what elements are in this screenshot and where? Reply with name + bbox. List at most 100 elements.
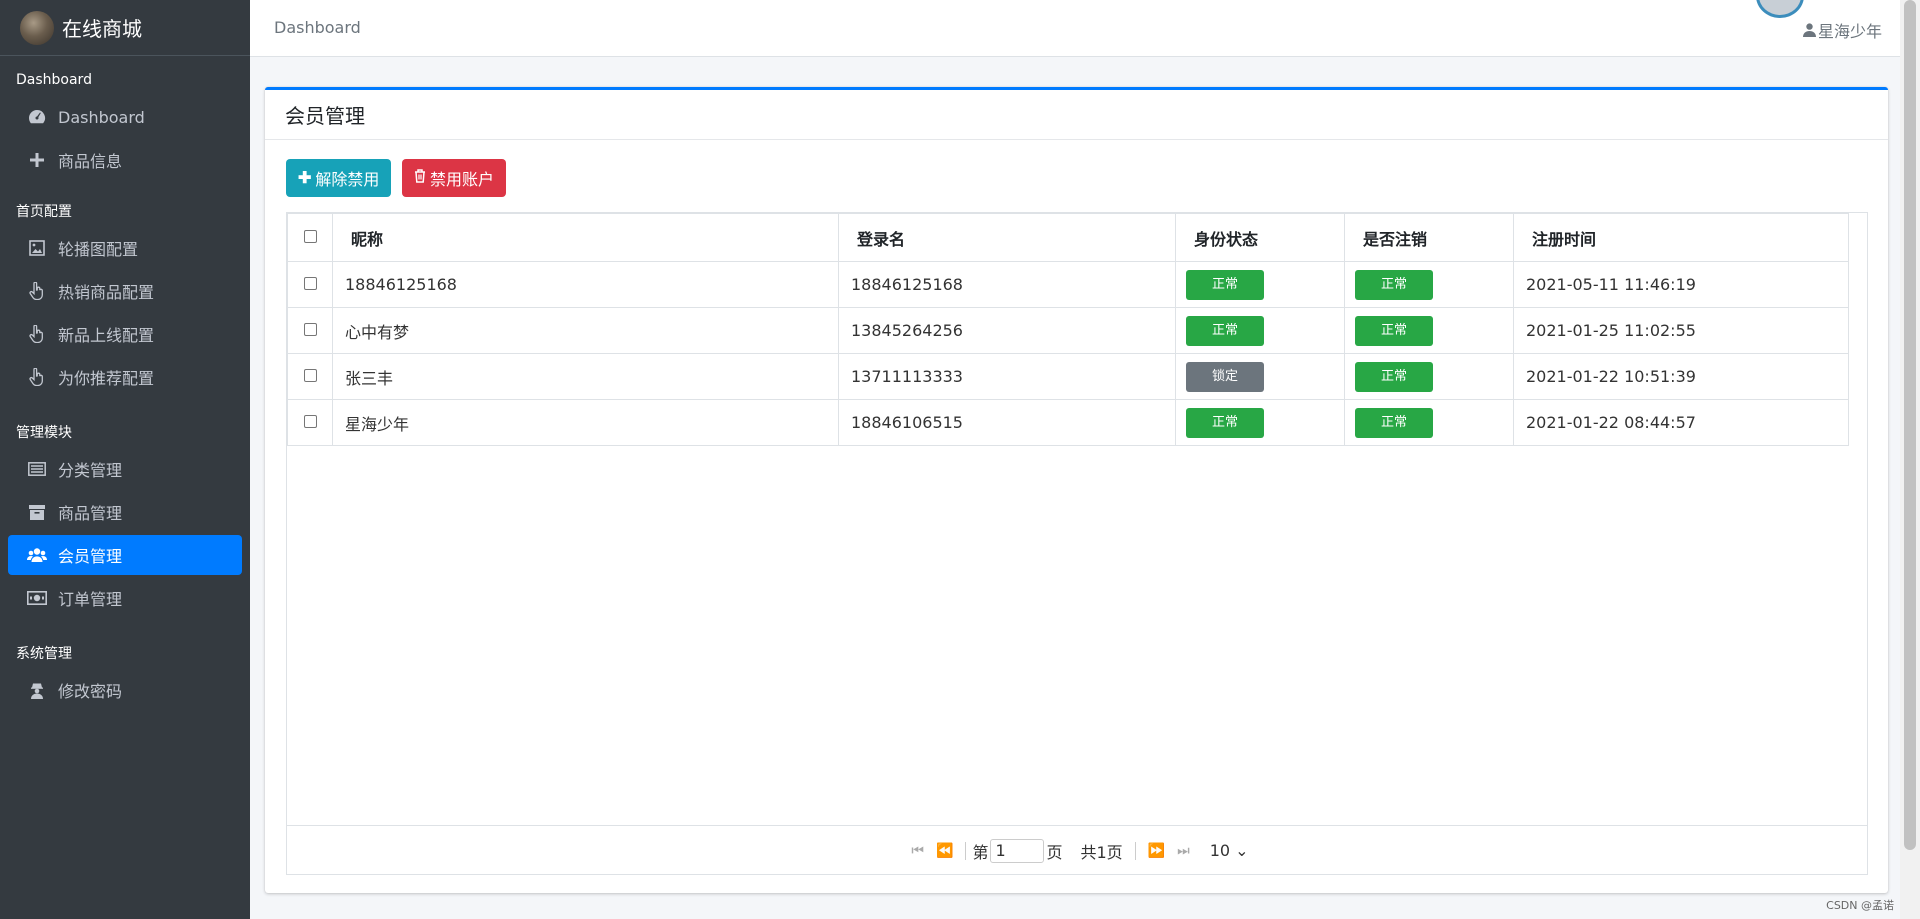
cell-login-name: 18846125168 [838, 261, 1176, 308]
brand-title: 在线商城 [62, 17, 142, 41]
table-row[interactable]: 张三丰 13711113333 锁定 正常 2021-01-22 10:51:3… [287, 353, 1849, 400]
member-management-card: 会员管理 ✚ 解除禁用 禁用账户 昵称 登录名 身份状态 是否注销 注册时间 1… [265, 87, 1888, 893]
table-row[interactable]: 星海少年 18846106515 正常 正常 2021-01-22 08:44:… [287, 399, 1849, 446]
nav-item-recommend-config[interactable]: 为你推荐配置 [8, 357, 242, 397]
plus-icon: ✚ [298, 170, 312, 187]
first-page-icon[interactable]: ⏮ [911, 843, 924, 859]
table-row[interactable]: 心中有梦 13845264256 正常 正常 2021-01-25 11:02:… [287, 307, 1849, 354]
page-size-select[interactable]: 10 ⌄ [1210, 841, 1249, 860]
status-badge: 正常 [1186, 407, 1264, 438]
archive-icon [26, 502, 48, 522]
users-icon [26, 545, 48, 565]
hand-pointer-icon [26, 324, 48, 344]
cancelled-badge: 正常 [1355, 361, 1433, 392]
disable-account-button[interactable]: 禁用账户 [402, 159, 507, 197]
enable-account-label: 解除禁用 [315, 172, 380, 189]
next-page-icon[interactable]: ⏩ [1148, 843, 1165, 859]
row-checkbox-cell [287, 261, 333, 308]
nav-label: 订单管理 [58, 590, 123, 609]
cell-nickname: 心中有梦 [332, 307, 839, 354]
page-size-value: 10 [1209, 841, 1231, 860]
breadcrumb[interactable]: Dashboard [274, 18, 361, 37]
page-scrollbar[interactable] [1900, 0, 1920, 919]
cell-register-time: 2021-01-22 10:51:39 [1513, 353, 1849, 400]
section-header-home-config: 首页配置 [16, 204, 72, 220]
card-title: 会员管理 [265, 90, 1888, 140]
nav-item-carousel-config[interactable]: 轮播图配置 [8, 228, 242, 268]
cell-status: 正常 [1175, 399, 1345, 446]
nav-label: 分类管理 [58, 461, 123, 480]
prev-page-icon[interactable]: ⏪ [936, 843, 953, 859]
nav-label: 商品信息 [58, 152, 123, 171]
sidebar: 在线商城 Dashboard Dashboard 商品信息 首页配置 轮播图配置… [0, 0, 250, 919]
last-page-icon[interactable]: ⏭ [1177, 843, 1190, 859]
chevron-down-icon: ⌄ [1235, 841, 1249, 860]
image-icon [26, 238, 48, 258]
nav-item-product-info[interactable]: 商品信息 [8, 140, 242, 180]
cancelled-badge: 正常 [1355, 407, 1433, 438]
page-suffix: 页 [1046, 842, 1063, 862]
nav-item-new-config[interactable]: 新品上线配置 [8, 314, 242, 354]
user-icon [1803, 23, 1816, 37]
pager-divider [1134, 841, 1136, 860]
col-login-name[interactable]: 登录名 [838, 213, 1176, 262]
nav-label: Dashboard [58, 107, 145, 127]
nav-label: 商品管理 [58, 504, 123, 523]
plus-icon [26, 150, 48, 170]
nav-item-orders[interactable]: 订单管理 [8, 578, 242, 618]
row-checkbox[interactable] [303, 369, 317, 382]
cell-status: 正常 [1175, 307, 1345, 354]
col-status[interactable]: 身份状态 [1175, 213, 1345, 262]
cell-cancelled: 正常 [1344, 261, 1514, 308]
user-secret-icon [26, 680, 48, 700]
watermark: CSDN @孟诺 [1826, 899, 1894, 912]
pager-divider [965, 841, 967, 860]
cell-register-time: 2021-01-25 11:02:55 [1513, 307, 1849, 354]
nav-label: 热销商品配置 [58, 283, 155, 302]
nav-item-category[interactable]: 分类管理 [8, 449, 242, 489]
cell-nickname: 星海少年 [332, 399, 839, 446]
nav-item-change-password[interactable]: 修改密码 [8, 670, 242, 710]
cell-login-name: 18846106515 [838, 399, 1176, 446]
hand-pointer-icon [26, 281, 48, 301]
nav-label: 为你推荐配置 [58, 369, 155, 388]
nav-label: 轮播图配置 [58, 240, 139, 259]
nav-item-dashboard[interactable]: Dashboard [8, 97, 242, 137]
member-table-container: 昵称 登录名 身份状态 是否注销 注册时间 18846125168 188461… [286, 212, 1868, 875]
brand-logo [20, 10, 54, 45]
table-header-row: 昵称 登录名 身份状态 是否注销 注册时间 [287, 213, 1849, 262]
user-avatar[interactable] [1756, 0, 1804, 18]
row-checkbox[interactable] [303, 323, 317, 336]
pagination-bar: ⏮ ⏪ 第 1 页 共1页 ⏩ ⏭ 10 ⌄ [287, 825, 1867, 875]
brand-link[interactable]: 在线商城 [0, 0, 250, 56]
col-cancelled[interactable]: 是否注销 [1344, 213, 1514, 262]
table-row[interactable]: 18846125168 18846125168 正常 正常 2021-05-11… [287, 261, 1849, 308]
nav-item-goods[interactable]: 商品管理 [8, 492, 242, 532]
cell-cancelled: 正常 [1344, 353, 1514, 400]
page-number-input[interactable]: 1 [990, 838, 1045, 863]
select-all-cell [287, 213, 333, 262]
section-header-system: 系统管理 [16, 646, 72, 662]
cell-cancelled: 正常 [1344, 307, 1514, 354]
cell-register-time: 2021-05-11 11:46:19 [1513, 261, 1849, 308]
col-nickname[interactable]: 昵称 [332, 213, 839, 262]
nav-item-members[interactable]: 会员管理 [8, 535, 242, 575]
select-all-checkbox[interactable] [303, 230, 317, 243]
row-checkbox-cell [287, 307, 333, 354]
nav-label: 新品上线配置 [58, 326, 155, 345]
section-header-management: 管理模块 [16, 425, 72, 441]
cancelled-badge: 正常 [1355, 269, 1433, 300]
top-navbar: Dashboard 星海少年 [250, 0, 1900, 57]
enable-account-button[interactable]: ✚ 解除禁用 [286, 159, 392, 197]
total-pages: 共1页 [1080, 842, 1123, 862]
user-menu[interactable]: 星海少年 [1803, 18, 1882, 42]
nav-item-hot-config[interactable]: 热销商品配置 [8, 271, 242, 311]
row-checkbox[interactable] [303, 277, 317, 290]
col-register-time[interactable]: 注册时间 [1513, 213, 1849, 262]
member-table: 昵称 登录名 身份状态 是否注销 注册时间 18846125168 188461… [287, 213, 1849, 446]
dashboard-icon [26, 107, 48, 127]
row-checkbox[interactable] [303, 415, 317, 428]
cell-nickname: 张三丰 [332, 353, 839, 400]
scrollbar-thumb[interactable] [1904, 0, 1916, 850]
cell-login-name: 13711113333 [838, 353, 1176, 400]
